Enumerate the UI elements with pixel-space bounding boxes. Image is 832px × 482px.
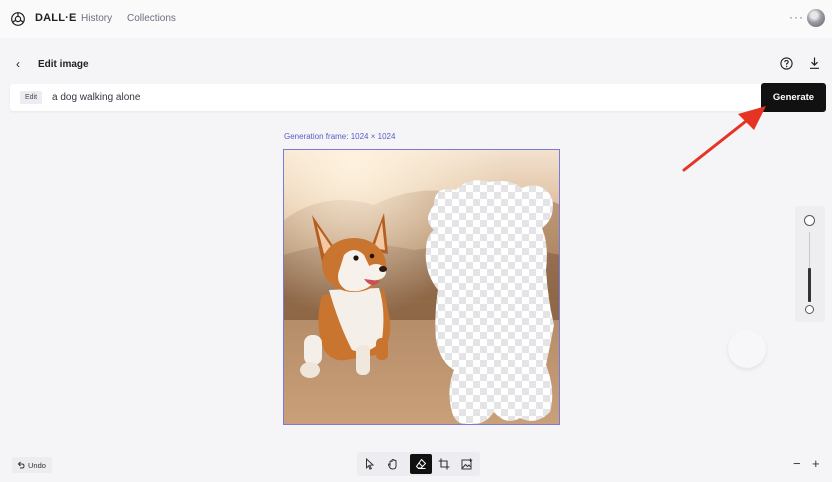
- generation-frame[interactable]: [283, 149, 560, 425]
- brush-size-slider[interactable]: [795, 206, 825, 322]
- edit-image-canvas[interactable]: [284, 150, 560, 425]
- slider-max-icon[interactable]: [804, 215, 815, 226]
- zoom-out-button[interactable]: −: [793, 457, 801, 471]
- nav-history-link[interactable]: History: [81, 13, 112, 24]
- zoom-in-button[interactable]: +: [812, 457, 820, 471]
- prompt-bar: Edit: [10, 84, 761, 111]
- download-icon[interactable]: [808, 56, 821, 70]
- prompt-input[interactable]: [52, 89, 742, 106]
- generation-frame-label: Generation frame: 1024 × 1024: [284, 132, 396, 141]
- undo-icon: [17, 461, 25, 469]
- page-title: Edit image: [38, 59, 89, 70]
- top-navigation: DALL·E History Collections ···: [0, 0, 832, 38]
- openai-logo-icon[interactable]: [10, 11, 26, 27]
- crop-tool-icon[interactable]: [433, 454, 455, 474]
- slider-min-icon[interactable]: [805, 305, 814, 314]
- brush-preview-circle: [728, 330, 766, 368]
- slider-handle[interactable]: [808, 268, 811, 302]
- slider-track[interactable]: [809, 232, 810, 270]
- back-icon[interactable]: ‹: [16, 57, 20, 71]
- tool-palette: [357, 452, 480, 476]
- annotation-arrow-icon: [682, 106, 766, 172]
- add-image-icon[interactable]: [456, 454, 478, 474]
- nav-collections-link[interactable]: Collections: [127, 13, 176, 24]
- help-icon[interactable]: [780, 57, 793, 70]
- pan-tool-icon[interactable]: [382, 454, 404, 474]
- edit-mode-badge: Edit: [20, 91, 43, 104]
- more-options-icon[interactable]: ···: [789, 10, 804, 24]
- generate-button[interactable]: Generate: [761, 83, 826, 112]
- user-avatar[interactable]: [807, 9, 825, 27]
- brand-title[interactable]: DALL·E: [35, 12, 77, 24]
- undo-label: Undo: [28, 460, 46, 470]
- undo-button[interactable]: Undo: [12, 457, 52, 473]
- select-tool-icon[interactable]: [359, 454, 381, 474]
- eraser-tool-icon[interactable]: [410, 454, 432, 474]
